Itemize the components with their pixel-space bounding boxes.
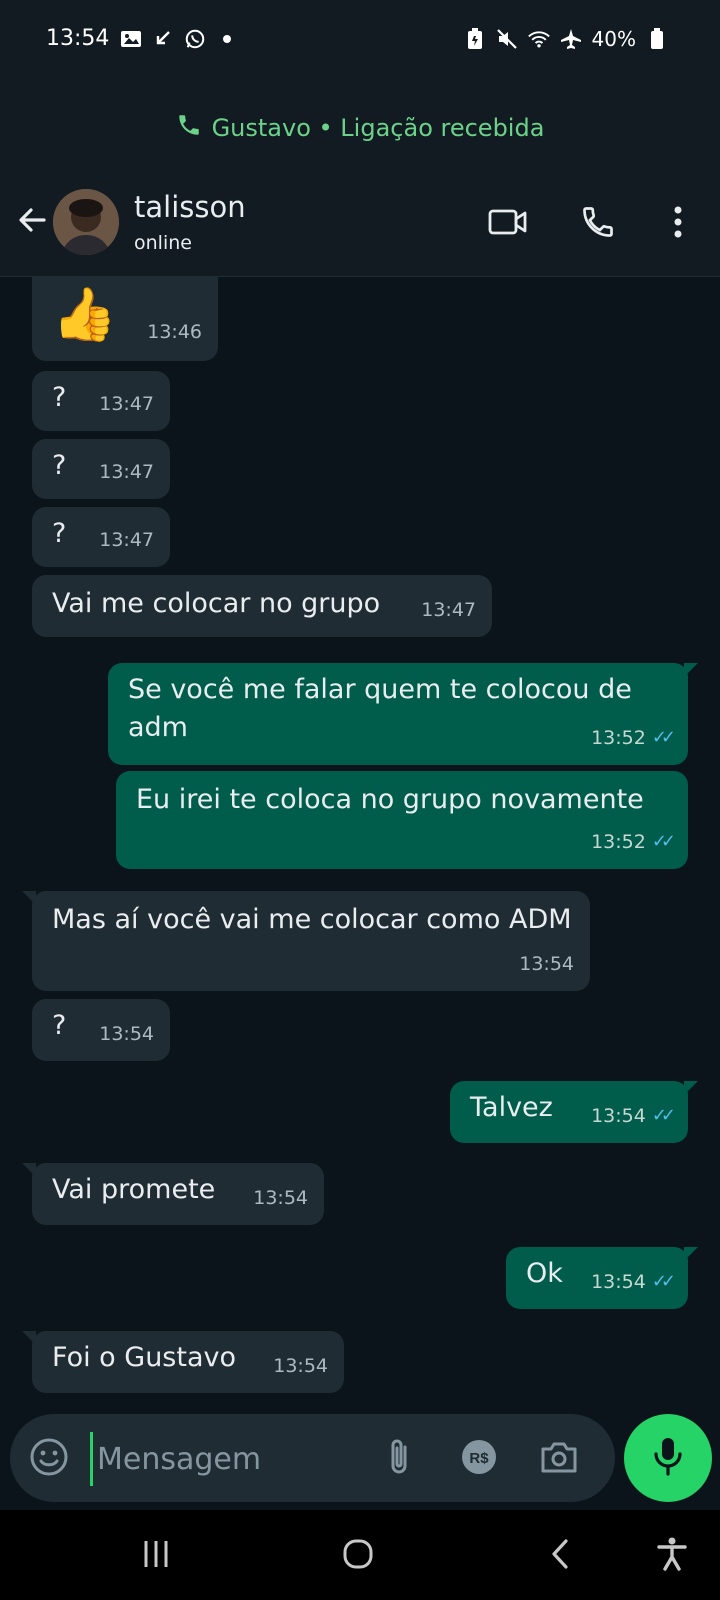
read-ticks-icon: ✓✓ [651, 1105, 676, 1126]
missed-call-arrow-icon [152, 28, 174, 50]
message-outgoing[interactable]: Eu irei te coloca no grupo novamente 13:… [116, 771, 688, 869]
battery-level: 40% [591, 27, 636, 51]
more-options-icon[interactable] [658, 202, 698, 242]
message-list[interactable]: 👍 13:46 ? 13:47 ? 13:47 ? 13:47 Vai me c… [0, 277, 720, 1405]
message-time: 13:47 [99, 393, 154, 415]
status-bar: 13:54 40% [0, 0, 720, 84]
message-text: ? [52, 450, 67, 481]
message-time: 13:54 [99, 1023, 154, 1045]
whatsapp-icon [184, 28, 206, 50]
emoji-icon[interactable] [28, 1436, 70, 1478]
message-text: Se você me falar quem te colocou de adm [128, 674, 632, 743]
mute-icon [496, 28, 518, 50]
message-text: Eu irei te coloca no grupo novamente [136, 784, 644, 815]
message-text: 👍 [52, 285, 117, 345]
message-time-label: 13:52 [591, 831, 646, 853]
airplane-icon [560, 28, 582, 50]
wifi-icon [527, 28, 550, 50]
message-outgoing[interactable]: Se você me falar quem te colocou de adm … [108, 663, 698, 765]
message-text: Vai me colocar no grupo [52, 588, 381, 619]
message-incoming[interactable]: Vai me colocar no grupo 13:47 [32, 575, 492, 637]
read-ticks-icon: ✓✓ [651, 727, 676, 748]
message-text: Vai promete [52, 1174, 216, 1205]
bubble-tail [22, 1331, 36, 1345]
message-outgoing[interactable]: Talvez 13:54 ✓✓ [450, 1081, 698, 1143]
accessibility-icon[interactable] [650, 1532, 694, 1576]
status-left-icons [120, 28, 238, 50]
payment-icon[interactable]: R$ [458, 1436, 500, 1478]
voice-record-button[interactable] [624, 1414, 712, 1502]
bubble-tail [684, 663, 698, 677]
message-incoming[interactable]: Mas aí você vai me colocar como ADM 13:5… [22, 891, 590, 991]
call-banner-text: Gustavo • Ligação recebida [211, 114, 545, 142]
battery-icon [646, 28, 668, 50]
message-time: 13:46 [147, 321, 202, 343]
status-right-icons: 40% [464, 27, 668, 51]
back-arrow-icon[interactable] [14, 202, 50, 238]
svg-text:R$: R$ [469, 1450, 489, 1467]
avatar[interactable] [53, 189, 119, 255]
message-text: Ok [526, 1258, 563, 1289]
message-input[interactable] [90, 1432, 389, 1486]
home-icon[interactable] [336, 1532, 380, 1576]
message-composer: R$ [10, 1414, 615, 1502]
message-incoming[interactable]: Vai promete 13:54 [22, 1163, 324, 1225]
message-time: 13:54 ✓✓ [591, 1263, 676, 1301]
message-text: ? [52, 1010, 67, 1041]
recent-apps-icon[interactable] [134, 1532, 178, 1576]
message-incoming[interactable]: ? 13:47 [32, 507, 170, 567]
notification-dot-icon [216, 28, 238, 50]
gallery-icon [120, 28, 142, 50]
bubble-tail [684, 1081, 698, 1095]
ongoing-call-banner[interactable]: Gustavo • Ligação recebida [0, 84, 720, 172]
message-time: 13:54 ✓✓ [591, 1097, 676, 1135]
message-time: 13:54 [273, 1355, 328, 1377]
attach-icon[interactable] [378, 1436, 420, 1478]
message-time: 13:54 [253, 1187, 308, 1209]
message-time-label: 13:52 [591, 727, 646, 749]
message-time-label: 13:54 [591, 1271, 646, 1293]
message-time: 13:54 [519, 953, 574, 975]
chat-header: talisson online [0, 172, 720, 277]
voice-call-icon[interactable] [578, 202, 618, 242]
camera-icon[interactable] [538, 1436, 580, 1478]
video-call-icon[interactable] [488, 202, 528, 242]
message-text: ? [52, 382, 67, 413]
message-time: 13:52 ✓✓ [591, 823, 676, 861]
bubble-tail [22, 891, 36, 905]
message-text: Mas aí você vai me colocar como ADM [52, 904, 572, 935]
message-time: 13:52 ✓✓ [591, 719, 676, 757]
bubble-tail [22, 1163, 36, 1177]
message-text: Talvez [470, 1092, 553, 1123]
system-navigation-bar [0, 1510, 720, 1600]
battery-saver-icon [464, 28, 486, 50]
bubble-tail [684, 1247, 698, 1261]
message-outgoing[interactable]: Ok 13:54 ✓✓ [506, 1247, 698, 1309]
message-time: 13:47 [99, 461, 154, 483]
contact-name[interactable]: talisson [134, 190, 246, 224]
microphone-icon [653, 1436, 683, 1480]
message-time: 13:47 [421, 599, 476, 621]
message-incoming[interactable]: ? 13:47 [32, 439, 170, 499]
status-time: 13:54 [46, 26, 110, 51]
phone-icon [176, 112, 202, 144]
message-time-label: 13:54 [591, 1105, 646, 1127]
contact-status: online [134, 232, 192, 254]
message-time: 13:47 [99, 529, 154, 551]
back-icon[interactable] [538, 1532, 582, 1576]
message-text: ? [52, 518, 67, 549]
message-incoming[interactable]: Foi o Gustavo 13:54 [22, 1331, 344, 1393]
message-incoming[interactable]: 👍 13:46 [32, 277, 218, 361]
message-text: Foi o Gustavo [52, 1342, 237, 1373]
read-ticks-icon: ✓✓ [651, 1271, 676, 1292]
message-incoming[interactable]: ? 13:54 [32, 999, 170, 1061]
message-incoming[interactable]: ? 13:47 [32, 371, 170, 431]
read-ticks-icon: ✓✓ [651, 831, 676, 852]
